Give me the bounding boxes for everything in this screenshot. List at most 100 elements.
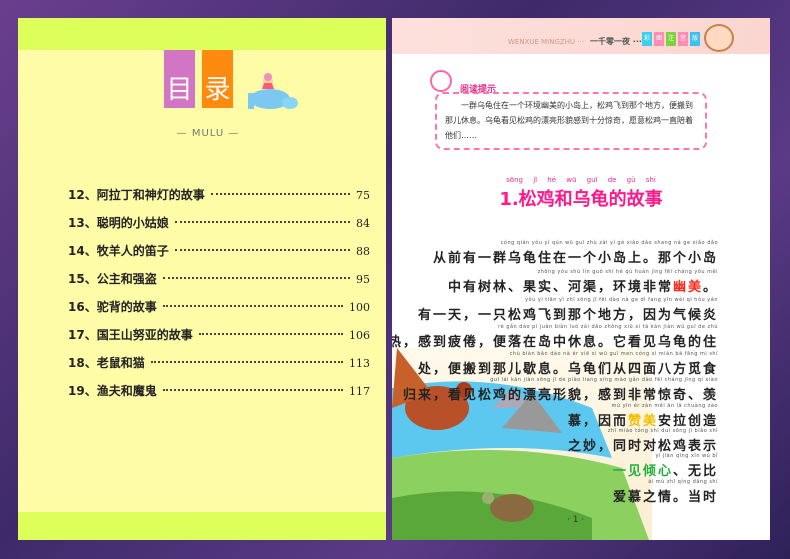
left-page-toc: 目 录 — MULU — 12、阿拉丁和神灯的故事 75 13、聪明的小姑娘 84 14…: [18, 18, 386, 540]
subtitle-text: MULU: [191, 128, 225, 139]
text-segment: 之妙，同时对松鸡表示: [567, 439, 718, 454]
highlight-word: 赞美: [627, 414, 658, 429]
text-segment: 从前有一群乌龟住在一个小岛上。那个小岛: [432, 251, 718, 266]
text-segment: 有一天，一只松鸡飞到那个地方，因为气候炎: [417, 308, 718, 323]
line-text: 中有树林、果实、河渠，环境非常幽美。: [448, 276, 718, 295]
toc-title: 17、国王山努亚的故事: [68, 328, 193, 342]
line-text: 慕，因而赞美安拉创造: [568, 410, 718, 429]
line-pinyin: yǒu yì tiān yì zhī sōng jī fēi dào nà ge…: [525, 297, 718, 303]
leader-dots: [150, 361, 343, 363]
toc-page: 84: [356, 217, 370, 230]
toc-title: 19、渔夫和魔鬼: [68, 384, 157, 398]
title-char-mu: 目: [164, 50, 195, 108]
text-segment: 。: [702, 280, 718, 295]
reading-tip-icon: [430, 70, 452, 92]
text-segment: 安拉创造: [657, 414, 718, 429]
toc-entry[interactable]: 15、公主和强盗 95: [68, 270, 370, 298]
line-pinyin: yí jiàn qīng xīn wú bǐ: [655, 453, 718, 459]
leader-dots: [210, 193, 350, 195]
line-pinyin: zhōng yǒu shù lín guǒ shí hé qú huán jìn…: [537, 269, 718, 275]
toc-title: 13、聪明的小姑娘: [68, 216, 169, 230]
highlight-word: 幽美: [672, 280, 703, 295]
story-line: chù biàn bān dào nà ér xiē xi wū guī men…: [418, 351, 718, 377]
story-line: cóng qián yǒu yì qún wū guī zhù zài yí g…: [433, 240, 718, 266]
text-segment: 中有树林、果实、河渠，环境非常: [447, 280, 673, 295]
line-text: 处，便搬到那儿歇息。乌龟们从四面八方觅食: [418, 358, 718, 377]
line-text: 从前有一群乌龟住在一个小岛上。那个小岛: [433, 247, 718, 266]
line-text: 热，感到疲倦，便落在岛中休息。它看见乌龟的住: [392, 331, 718, 350]
line-text: 归来，看见松鸡的漂亮形貌，感到非常惊奇、羡: [403, 384, 718, 403]
leader-dots: [162, 389, 343, 391]
toc-page: 113: [349, 357, 370, 370]
line-text: 爱慕之情。当时: [613, 486, 718, 505]
edition-tab: 彩: [642, 32, 652, 46]
toc-entry[interactable]: 16、驼背的故事 100: [68, 298, 370, 326]
girl-icon: [704, 24, 734, 52]
story-line: guī lái kàn jiàn sōng jī de piào liang x…: [403, 377, 718, 403]
line-pinyin: ài mù zhī qíng dāng shí: [648, 479, 718, 485]
toc-entry[interactable]: 12、阿拉丁和神灯的故事 75: [68, 186, 370, 214]
story-line: yí jiàn qīng xīn wú bǐ 一见倾心、无比: [613, 453, 718, 479]
series-name: WENXUE MINGZHU ···: [508, 38, 584, 46]
top-band: [18, 18, 386, 50]
line-pinyin: guī lái kàn jiàn sōng jī de piào liang x…: [490, 377, 718, 383]
story-title-pinyin: sōng jī hé wū guī de gù shi: [506, 176, 656, 184]
edition-tab: 音: [678, 32, 688, 46]
toc-title: 18、老鼠和猫: [68, 356, 145, 370]
text-segment: 归来，看见松鸡的漂亮形貌，感到非常惊奇、羡: [402, 388, 718, 403]
toc-page: 75: [356, 189, 370, 202]
toc-page: 117: [349, 385, 370, 398]
edition-tab: 图: [654, 32, 664, 46]
toc-page: 100: [349, 301, 370, 314]
line-pinyin: cóng qián yǒu yì qún wū guī zhù zài yí g…: [500, 240, 718, 246]
toc-title: 15、公主和强盗: [68, 272, 157, 286]
edition-tabs: 彩图注音版: [642, 32, 700, 46]
line-pinyin: chù biàn bān dào nà ér xiē xi wū guī men…: [509, 351, 718, 357]
toc-title: 16、驼背的故事: [68, 300, 157, 314]
leader-dots: [174, 221, 350, 223]
toc-title: 12、阿拉丁和神灯的故事: [68, 188, 205, 202]
toc-entry[interactable]: 14、牧羊人的笛子 88: [68, 242, 370, 270]
line-text: 有一天，一只松鸡飞到那个地方，因为气候炎: [418, 304, 718, 323]
toc-page: 95: [356, 273, 370, 286]
line-pinyin: mù yīn ér zàn měi ān lā chuàng zào: [611, 403, 718, 409]
text-segment: 热，感到疲倦，便落在岛中休息。它看见乌龟的住: [392, 335, 718, 350]
story-line: rè gǎn dào pí juàn biàn luò zài dǎo zhōn…: [392, 324, 718, 350]
toc-entry[interactable]: 13、聪明的小姑娘 84: [68, 214, 370, 242]
table-of-contents: 12、阿拉丁和神灯的故事 75 13、聪明的小姑娘 84 14、牧羊人的笛子 88 15、公…: [68, 186, 370, 410]
edition-tab: 版: [690, 32, 700, 46]
toc-entry[interactable]: 19、渔夫和魔鬼 117: [68, 382, 370, 410]
right-page-story: WENXUE MINGZHU ··· 一千零一夜 ··· 彩图注音版 阅读提示 …: [392, 18, 770, 540]
highlight-word: 一见倾心: [612, 464, 673, 479]
elephant-girl-illustration: [248, 73, 298, 109]
line-text: 一见倾心、无比: [613, 460, 718, 479]
line-text: 之妙，同时对松鸡表示: [568, 435, 718, 454]
leader-dots: [174, 249, 350, 251]
text-segment: 、无比: [672, 464, 718, 479]
toc-entry[interactable]: 17、国王山努亚的故事 106: [68, 326, 370, 354]
leader-dots: [162, 277, 350, 279]
line-pinyin: rè gǎn dào pí juàn biàn luò zài dǎo zhōn…: [498, 324, 718, 330]
story-title: 1.松鸡和乌龟的故事: [499, 189, 663, 210]
toc-page: 88: [356, 245, 370, 258]
reading-tip-text: 一群乌龟住在一个环境幽美的小岛上，松鸡飞到那个地方，便搬到那儿休息。乌龟看见松鸡…: [435, 92, 707, 150]
mulu-subtitle: — MULU —: [176, 128, 240, 139]
leader-dots: [162, 305, 343, 307]
page-number: · 1 ·: [567, 515, 585, 525]
text-segment: 慕，因而: [567, 414, 628, 429]
toc-title: 14、牧羊人的笛子: [68, 244, 169, 258]
story-line: ài mù zhī qíng dāng shí 爱慕之情。当时: [613, 479, 718, 505]
book-title: 一千零一夜 ···: [590, 37, 642, 46]
toc-entry[interactable]: 18、老鼠和猫 113: [68, 354, 370, 382]
line-pinyin: zhī miào tóng shí duì sōng jī biǎo shì: [607, 428, 718, 434]
toc-page: 106: [349, 329, 370, 342]
text-segment: 爱慕之情。当时: [612, 490, 718, 505]
text-segment: 处，便搬到那儿歇息。乌龟们从四面八方觅食: [417, 362, 718, 377]
story-line: yǒu yì tiān yì zhī sōng jī fēi dào nà ge…: [418, 297, 718, 323]
bottom-band: [18, 512, 386, 540]
story-line: zhī miào tóng shí duì sōng jī biǎo shì 之妙…: [568, 428, 718, 454]
edition-tab: 注: [666, 32, 676, 46]
leader-dots: [198, 333, 343, 335]
story-line: mù yīn ér zàn měi ān lā chuàng zào 慕，因而赞美…: [568, 403, 718, 429]
story-line: zhōng yǒu shù lín guǒ shí hé qú huán jìn…: [448, 269, 718, 295]
